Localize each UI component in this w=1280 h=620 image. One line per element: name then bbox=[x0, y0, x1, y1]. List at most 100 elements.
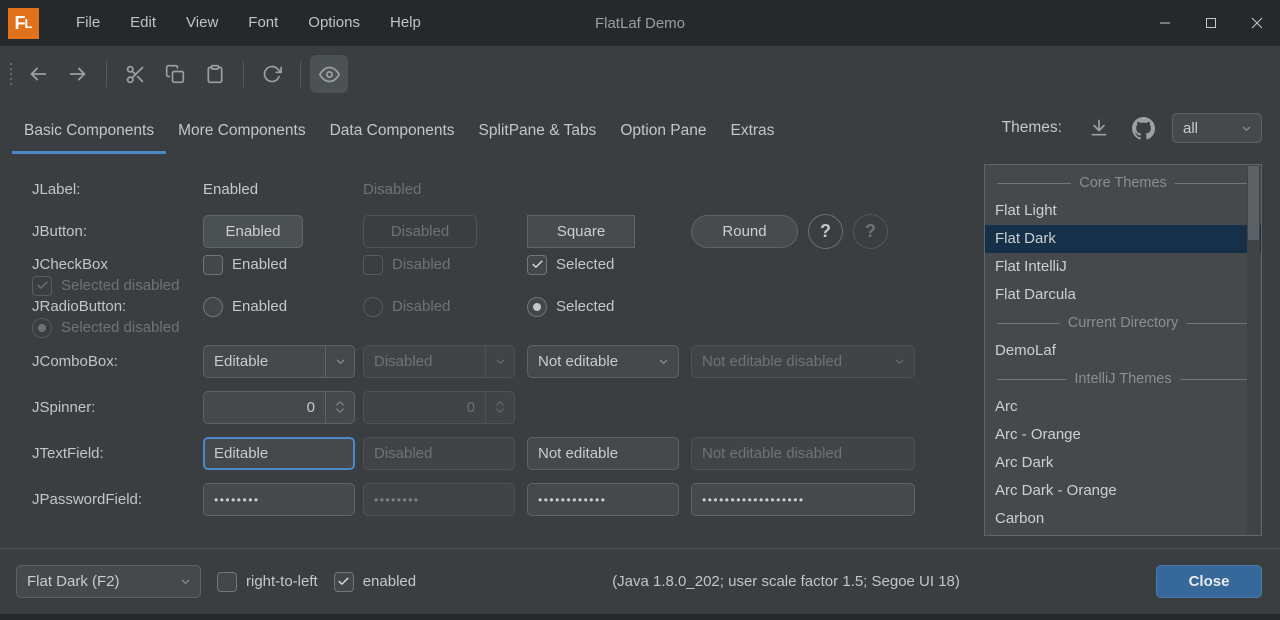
square-button[interactable]: Square bbox=[527, 215, 635, 248]
checkbox-enabled[interactable]: Enabled bbox=[203, 255, 363, 275]
spinner-value[interactable]: 0 bbox=[204, 399, 325, 416]
tab-splitpane-tabs[interactable]: SplitPane & Tabs bbox=[467, 122, 609, 154]
separator-label: Core Themes bbox=[1079, 175, 1167, 191]
jbutton-row-label: JButton: bbox=[32, 223, 203, 240]
close-window-button[interactable] bbox=[1234, 0, 1280, 46]
chevron-down-icon bbox=[1232, 114, 1261, 142]
enabled-checkbox[interactable]: enabled bbox=[334, 572, 416, 592]
radio-selected[interactable]: Selected bbox=[527, 297, 691, 317]
jcheckbox-row: JCheckBox Enabled Disabled Selected Sele… bbox=[32, 254, 984, 296]
textfield-not-editable[interactable]: Not editable bbox=[527, 437, 679, 470]
theme-item-carbon[interactable]: Carbon bbox=[985, 505, 1261, 533]
eye-icon bbox=[319, 64, 340, 85]
menu-options[interactable]: Options bbox=[293, 0, 375, 46]
toolbar-grip-handle[interactable] bbox=[10, 63, 12, 85]
menu-file[interactable]: File bbox=[61, 0, 115, 46]
radio-enabled[interactable]: Enabled bbox=[203, 297, 363, 317]
chevron-down-icon[interactable] bbox=[649, 346, 678, 377]
theme-item-arc[interactable]: Arc bbox=[985, 393, 1261, 421]
tab-data-components[interactable]: Data Components bbox=[318, 122, 467, 154]
passwordfield-not-editable[interactable]: •••••••••••• bbox=[527, 483, 679, 516]
right-to-left-checkbox[interactable]: right-to-left bbox=[217, 572, 318, 592]
spinner-buttons bbox=[485, 392, 514, 423]
back-button[interactable] bbox=[19, 55, 57, 93]
laf-combobox-value: Flat Dark (F2) bbox=[17, 573, 171, 590]
cut-button[interactable] bbox=[116, 55, 154, 93]
round-button[interactable]: Round bbox=[691, 215, 798, 248]
close-icon bbox=[1251, 17, 1263, 29]
passwordfield-not-editable-disabled: •••••••••••••••••• bbox=[691, 483, 915, 516]
theme-list: Core Themes Flat Light Flat Dark Flat In… bbox=[984, 164, 1262, 536]
arrow-right-icon bbox=[67, 63, 89, 85]
chevron-up-icon bbox=[335, 400, 345, 406]
combobox-editable[interactable]: Editable bbox=[203, 345, 355, 378]
theme-item-flat-light[interactable]: Flat Light bbox=[985, 197, 1261, 225]
menu-view[interactable]: View bbox=[171, 0, 233, 46]
themes-label: Themes: bbox=[1002, 119, 1062, 137]
scrollbar-thumb[interactable] bbox=[1248, 166, 1259, 240]
passwordfield-editable[interactable]: •••••••• bbox=[203, 483, 355, 516]
github-link-button[interactable] bbox=[1128, 113, 1158, 143]
tab-extras[interactable]: Extras bbox=[719, 122, 787, 154]
combobox-value: Editable bbox=[204, 353, 325, 370]
laf-combobox[interactable]: Flat Dark (F2) bbox=[16, 565, 201, 598]
textfield-editable[interactable]: Editable bbox=[203, 437, 355, 470]
jspinner-row: JSpinner: 0 0 bbox=[32, 384, 984, 430]
spinner-buttons[interactable] bbox=[325, 392, 354, 423]
help-button[interactable]: ? bbox=[808, 214, 843, 249]
radio-label: Selected disabled bbox=[61, 319, 179, 336]
combobox-not-editable-disabled: Not editable disabled bbox=[691, 345, 915, 378]
menu-edit[interactable]: Edit bbox=[115, 0, 171, 46]
radio-selected-icon bbox=[527, 297, 547, 317]
theme-item-arc-dark[interactable]: Arc Dark bbox=[985, 449, 1261, 477]
tab-basic-components[interactable]: Basic Components bbox=[12, 122, 166, 154]
theme-item-demolaf[interactable]: DemoLaf bbox=[985, 337, 1261, 365]
combobox-value: Disabled bbox=[364, 353, 485, 370]
chevron-down-icon[interactable] bbox=[325, 346, 354, 377]
checkbox-icon bbox=[363, 255, 383, 275]
maximize-button[interactable] bbox=[1188, 0, 1234, 46]
forward-button[interactable] bbox=[59, 55, 97, 93]
menu-help[interactable]: Help bbox=[375, 0, 436, 46]
minimize-button[interactable] bbox=[1142, 0, 1188, 46]
close-button[interactable]: Close bbox=[1156, 565, 1262, 598]
paste-button[interactable] bbox=[196, 55, 234, 93]
theme-list-scrollbar[interactable] bbox=[1247, 166, 1260, 534]
show-hidden-toggle-button[interactable] bbox=[310, 55, 348, 93]
minimize-icon bbox=[1159, 17, 1171, 29]
theme-item-flat-darcula[interactable]: Flat Darcula bbox=[985, 281, 1261, 309]
chevron-down-icon bbox=[335, 408, 345, 414]
tab-option-pane[interactable]: Option Pane bbox=[608, 122, 718, 154]
tab-more-components[interactable]: More Components bbox=[166, 122, 318, 154]
theme-item-flat-intellij[interactable]: Flat IntelliJ bbox=[985, 253, 1261, 281]
spinner-enabled[interactable]: 0 bbox=[203, 391, 355, 424]
themes-filter-value: all bbox=[1173, 120, 1232, 137]
menu-font[interactable]: Font bbox=[233, 0, 293, 46]
jspinner-row-label: JSpinner: bbox=[32, 399, 203, 416]
password-dots: •••••••••••• bbox=[538, 491, 606, 507]
refresh-button[interactable] bbox=[253, 55, 291, 93]
enabled-button[interactable]: Enabled bbox=[203, 215, 303, 248]
spinner-value: 0 bbox=[364, 399, 485, 416]
download-icon bbox=[1089, 118, 1109, 138]
radio-disabled: Disabled bbox=[363, 297, 527, 317]
content-column: Basic Components More Components Data Co… bbox=[0, 102, 984, 548]
combobox-disabled: Disabled bbox=[363, 345, 515, 378]
checkbox-checked-icon bbox=[527, 255, 547, 275]
theme-item-flat-dark[interactable]: Flat Dark bbox=[985, 225, 1261, 253]
copy-button[interactable] bbox=[156, 55, 194, 93]
jradiobutton-row-label: JRadioButton: bbox=[32, 298, 203, 315]
theme-item-arc-orange[interactable]: Arc - Orange bbox=[985, 421, 1261, 449]
combobox-not-editable[interactable]: Not editable bbox=[527, 345, 679, 378]
jcombobox-row: JComboBox: Editable Disabled Not editabl… bbox=[32, 338, 984, 384]
radio-icon bbox=[203, 297, 223, 317]
window-controls bbox=[1142, 0, 1280, 46]
combobox-value: Not editable bbox=[528, 353, 649, 370]
password-dots: •••••••• bbox=[214, 491, 260, 507]
themes-filter-combobox[interactable]: all bbox=[1172, 113, 1262, 143]
checkbox-selected[interactable]: Selected bbox=[527, 255, 691, 275]
download-themes-button[interactable] bbox=[1084, 113, 1114, 143]
chevron-down-icon bbox=[485, 346, 514, 377]
radio-label: Enabled bbox=[232, 298, 287, 315]
theme-item-arc-dark-orange[interactable]: Arc Dark - Orange bbox=[985, 477, 1261, 505]
